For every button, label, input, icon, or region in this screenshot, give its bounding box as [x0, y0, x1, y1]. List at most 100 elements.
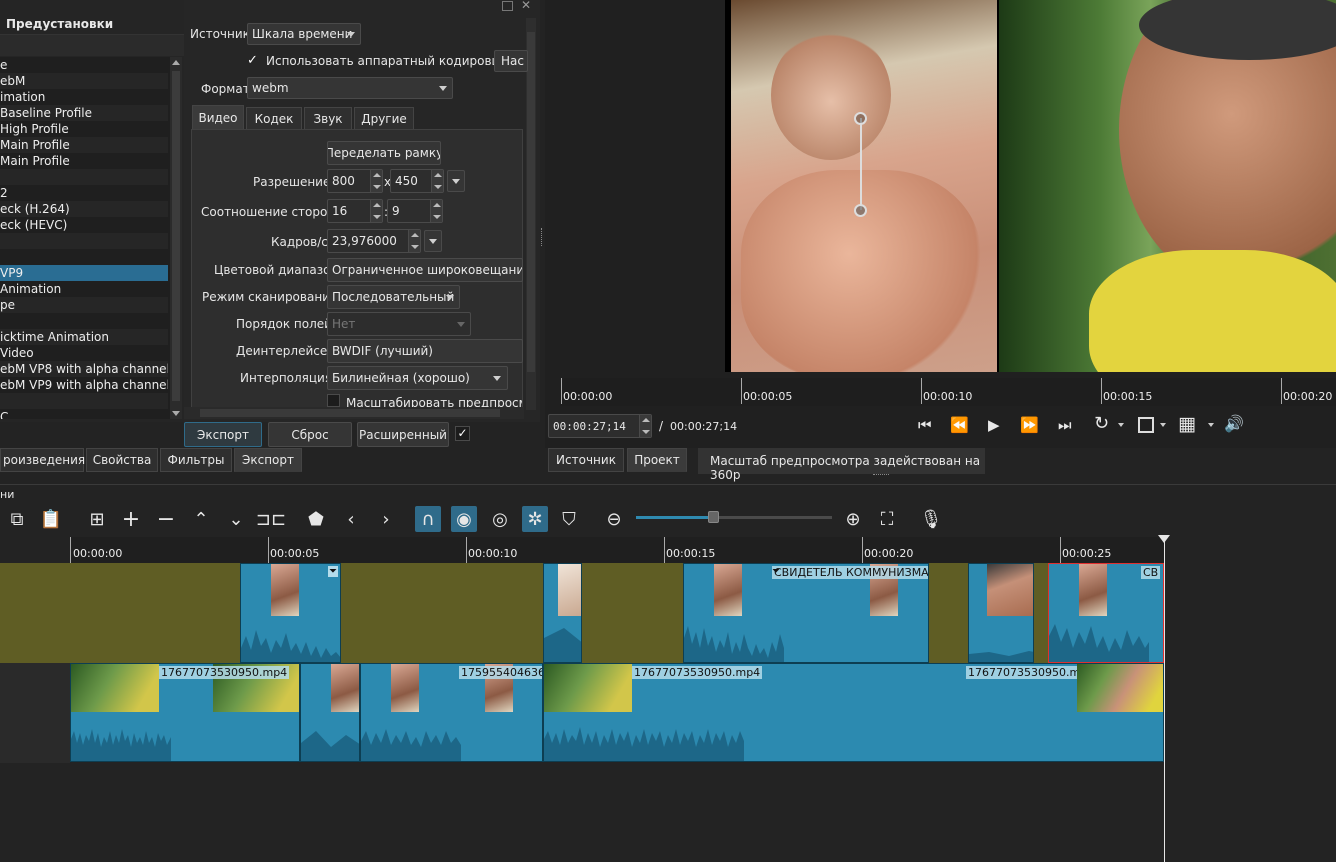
list-item[interactable]: C — [0, 409, 168, 419]
scrub-icon[interactable]: ◉ — [451, 506, 477, 532]
interpolation-select[interactable]: Билинейная (хорошо) — [327, 366, 508, 390]
timeline-clip[interactable]: 17677073530950.mp4 17677073530950.mp4 — [543, 663, 1164, 762]
zoom-fit-timeline-icon[interactable]: ⛶ — [874, 506, 900, 532]
timeline-clip[interactable]: ⏷ — [240, 563, 341, 663]
list-item[interactable]: e — [0, 57, 168, 73]
tab-filters[interactable]: Фильтры — [160, 448, 232, 472]
tab-source[interactable]: Источник — [548, 448, 624, 472]
current-time-field[interactable]: 00:00:27;14 — [548, 414, 652, 438]
position-handle[interactable] — [860, 118, 862, 210]
list-item[interactable] — [0, 169, 168, 185]
resolution-menu-button[interactable] — [447, 170, 465, 192]
close-icon[interactable]: ✕ — [521, 0, 531, 12]
list-item[interactable] — [0, 393, 168, 409]
next-marker-icon[interactable]: › — [373, 506, 399, 532]
list-item[interactable]: pe — [0, 297, 168, 313]
copy-icon[interactable]: ⧉ — [4, 506, 30, 532]
field-order-select[interactable]: Нет — [327, 312, 471, 336]
zoom-out-icon[interactable]: ⊖ — [601, 506, 627, 532]
zoom-slider[interactable] — [636, 511, 832, 523]
play-icon[interactable]: ▶ — [988, 416, 1000, 434]
overwrite-icon[interactable]: ⌄ — [223, 506, 249, 532]
presets-scrollbar[interactable] — [170, 57, 182, 419]
source-select[interactable]: Шкала времени — [247, 23, 361, 45]
record-audio-icon[interactable]: 🎙 — [918, 506, 944, 532]
player-ruler[interactable]: 00:00:00 00:00:05 00:00:10 00:00:15 00:0… — [560, 378, 1336, 406]
scroll-up-icon[interactable] — [172, 60, 180, 65]
chevron-down-icon[interactable] — [1118, 423, 1124, 427]
zoom-in-icon[interactable]: ⊕ — [840, 506, 866, 532]
add-icon[interactable]: + — [118, 506, 144, 532]
list-item[interactable]: Baseline Profile — [0, 105, 168, 121]
hw-settings-button[interactable]: Нас — [494, 50, 528, 72]
scan-mode-select[interactable]: Последовательный — [327, 285, 460, 309]
export-button[interactable]: Экспорт — [184, 422, 262, 447]
presets-search[interactable] — [0, 34, 184, 56]
scale-preview-checkbox[interactable] — [327, 394, 340, 407]
volume-icon[interactable]: 🔊 — [1224, 414, 1244, 433]
hw-encoder-checkbox[interactable]: ✓ — [247, 53, 258, 68]
timeline-clip-selected[interactable]: СВ — [1048, 563, 1164, 663]
lift-icon[interactable]: ⌃ — [188, 506, 214, 532]
timeline-clip[interactable]: 1759554046366 — [360, 663, 543, 762]
tab-audio[interactable]: Звук — [304, 107, 352, 130]
export-scrollbar[interactable] — [526, 18, 536, 410]
marker-icon[interactable]: ⬟ — [303, 506, 329, 532]
stepper-icon[interactable] — [430, 200, 442, 222]
reframe-button[interactable]: Переделать рамку — [327, 141, 441, 165]
list-item[interactable]: ebM VP9 with alpha channel — [0, 377, 168, 393]
reset-button[interactable]: Сброс — [268, 422, 352, 447]
zoom-slider-handle[interactable] — [708, 511, 719, 523]
splitter-handle[interactable] — [541, 228, 544, 246]
list-item[interactable] — [0, 249, 168, 265]
timeline-clip[interactable] — [968, 563, 1034, 663]
tab-playback[interactable]: роизведения — [0, 448, 85, 472]
advanced-button[interactable]: Расширенный — [357, 422, 449, 447]
loop-icon[interactable]: ↻ — [1094, 413, 1109, 434]
list-item[interactable]: Main Profile — [0, 137, 168, 153]
list-item[interactable]: Main Profile — [0, 153, 168, 169]
h-scrollbar[interactable] — [184, 407, 524, 419]
tab-other[interactable]: Другие — [354, 107, 414, 130]
stepper-icon[interactable] — [431, 170, 443, 192]
chevron-down-icon[interactable] — [1160, 423, 1166, 427]
handle-top[interactable] — [854, 112, 867, 125]
fast-forward-icon[interactable]: ⏩ — [1020, 416, 1039, 434]
list-item[interactable] — [0, 313, 168, 329]
list-item-selected[interactable]: VP9 — [0, 265, 168, 281]
list-item[interactable]: eck (HEVC) — [0, 217, 168, 233]
float-icon[interactable] — [502, 1, 513, 11]
scroll-down-icon[interactable] — [172, 411, 180, 416]
track-header-v[interactable] — [0, 563, 70, 663]
zoom-fit-icon[interactable] — [1138, 417, 1154, 433]
timeline-clip[interactable]: СВИДЕТЕЛЬ КОММУНИЗМА ⏷ — [683, 563, 929, 663]
color-range-select[interactable]: Ограниченное широковещание (MPEG) — [327, 258, 523, 282]
paste-icon[interactable]: 📋 — [38, 506, 64, 532]
presets-list[interactable]: e ebM imation Baseline Profile High Prof… — [0, 57, 170, 419]
tab-properties[interactable]: Свойства — [86, 448, 158, 472]
remove-icon[interactable]: − — [153, 506, 179, 532]
resize-grip[interactable] — [873, 474, 889, 475]
timeline-clip[interactable]: 17677073530950.mp4 — [70, 663, 300, 762]
snap-icon[interactable]: ∩ — [415, 506, 441, 532]
list-item[interactable]: Animation — [0, 281, 168, 297]
chevron-down-icon[interactable] — [1208, 423, 1214, 427]
format-select[interactable]: webm — [247, 77, 453, 99]
ripple-icon[interactable]: ◎ — [487, 506, 513, 532]
list-item[interactable] — [0, 233, 168, 249]
prev-marker-icon[interactable]: ‹ — [338, 506, 364, 532]
list-item[interactable]: imation — [0, 89, 168, 105]
ripple-markers-icon[interactable]: ⛉ — [556, 506, 582, 532]
handle-bottom[interactable] — [854, 204, 867, 217]
stepper-icon[interactable] — [370, 200, 382, 222]
tab-video[interactable]: Видео — [192, 105, 244, 130]
timeline-clip[interactable] — [543, 563, 582, 663]
rewind-icon[interactable]: ⏪ — [950, 416, 969, 434]
append-icon[interactable]: ⊞ — [84, 506, 110, 532]
fps-menu-button[interactable] — [424, 230, 442, 252]
stepper-icon[interactable] — [639, 415, 651, 437]
list-item[interactable]: ebM VP8 with alpha channel — [0, 361, 168, 377]
grid-icon[interactable]: ▦ — [1178, 413, 1196, 435]
list-item[interactable]: Video — [0, 345, 168, 361]
playhead[interactable] — [1164, 537, 1165, 862]
